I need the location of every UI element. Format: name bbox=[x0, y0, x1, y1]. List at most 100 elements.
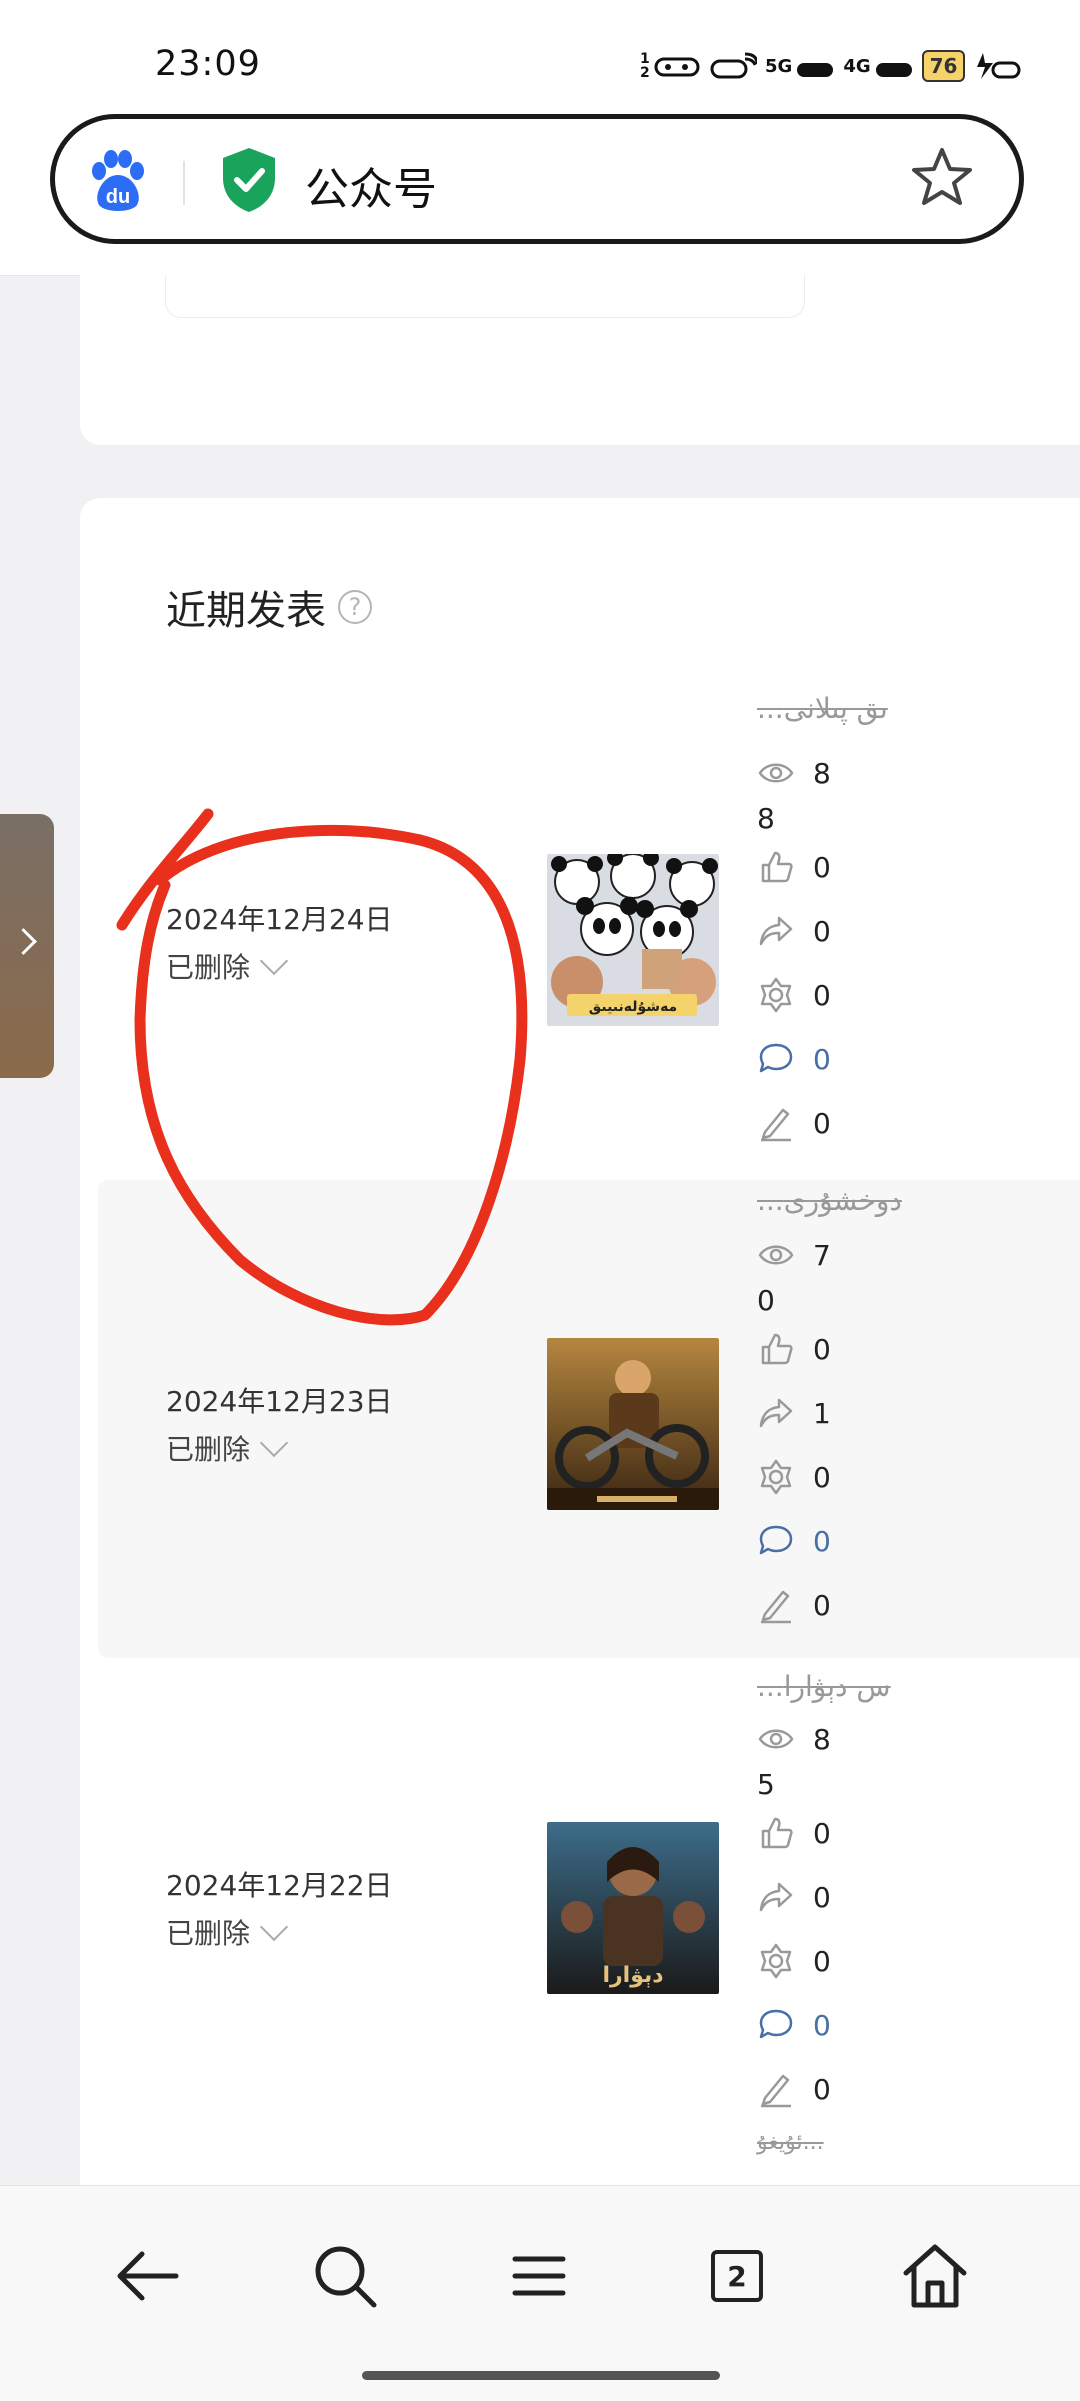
comment-icon bbox=[757, 1522, 795, 1560]
shares-stat: 0 bbox=[757, 1878, 831, 1916]
favorites-stat: 0 bbox=[757, 1458, 831, 1496]
likes-count: 0 bbox=[813, 850, 831, 884]
address-divider bbox=[183, 161, 185, 205]
panda-poster-image: مەشۇلەنىيىق bbox=[547, 854, 719, 1026]
post-title[interactable]: ...دوخشۇرى bbox=[757, 1184, 902, 1217]
browser-toolbar: du 公众号 bbox=[0, 110, 1080, 276]
address-bar[interactable]: du 公众号 bbox=[50, 114, 1024, 244]
pencil-icon bbox=[757, 1104, 795, 1142]
chevron-down-icon[interactable] bbox=[259, 1428, 289, 1458]
edits-count: 0 bbox=[813, 1588, 831, 1622]
tabs-icon: 2 bbox=[711, 2250, 763, 2302]
thumbs-up-icon bbox=[757, 1814, 795, 1852]
comments-count: 0 bbox=[813, 2008, 831, 2042]
clock: 23:09 bbox=[155, 44, 261, 84]
comments-stat[interactable]: 0 bbox=[757, 2006, 831, 2044]
next-post-title-partial[interactable]: ئۇيغۇ... bbox=[757, 2130, 824, 2155]
views-count: 8 bbox=[813, 756, 831, 790]
share-arrow-icon bbox=[757, 1878, 795, 1916]
comment-icon bbox=[757, 1040, 795, 1078]
shares-stat: 0 bbox=[757, 912, 831, 950]
status-bar: 23:09 1 2 5G 4G 76 bbox=[0, 0, 1080, 110]
views-stat: 7 bbox=[757, 1236, 831, 1274]
baidu-logo[interactable]: du bbox=[85, 149, 149, 213]
signal-5g-icon: 5G bbox=[765, 46, 835, 86]
edits-count: 0 bbox=[813, 2072, 831, 2106]
post-thumbnail[interactable]: دېۋارا bbox=[547, 1822, 719, 1994]
edits-stat: 0 bbox=[757, 1104, 831, 1142]
favorites-count: 0 bbox=[813, 1944, 831, 1978]
svg-text:دېۋارا: دېۋارا bbox=[602, 1963, 663, 1988]
shield-check-icon bbox=[223, 148, 275, 212]
menu-icon bbox=[512, 2256, 566, 2296]
post-date: 2024年12月24日 bbox=[166, 903, 393, 936]
post-row[interactable]: 2024年12月24日 已删除 مەشۇلەنىيىق ...ىق پىلانى… bbox=[80, 692, 1080, 1178]
likes-stat: 0 bbox=[757, 1814, 831, 1852]
address-text[interactable]: 公众号 bbox=[305, 153, 437, 217]
chevron-down-icon[interactable] bbox=[259, 1912, 289, 1942]
post-row[interactable]: 2024年12月22日 已删除 دېۋارا ...س دېۋارا 8 5 0… bbox=[80, 1664, 1080, 2164]
status-icons: 1 2 5G 4G 76 bbox=[640, 46, 1021, 86]
motorcycle-poster-image bbox=[547, 1338, 719, 1510]
section-title: 近期发表 ? bbox=[166, 578, 372, 636]
back-button[interactable] bbox=[102, 2231, 192, 2321]
svg-text:du: du bbox=[106, 186, 130, 208]
favorites-count: 0 bbox=[813, 1460, 831, 1494]
views-count-wrap: 0 bbox=[757, 1284, 775, 1317]
post-title[interactable]: ...س دېۋارا bbox=[757, 1670, 891, 1703]
sim-1-2-icon: 1 2 bbox=[640, 46, 701, 86]
post-status[interactable]: 已删除 bbox=[166, 1912, 289, 1952]
thumbs-up-icon bbox=[757, 1330, 795, 1368]
views-count: 8 bbox=[813, 1722, 831, 1756]
comment-icon bbox=[757, 2006, 795, 2044]
help-icon[interactable]: ? bbox=[338, 590, 372, 624]
post-status-label: 已删除 bbox=[166, 951, 251, 984]
side-panel-handle[interactable] bbox=[0, 814, 54, 1078]
back-arrow-icon bbox=[117, 2251, 179, 2301]
thumbs-up-icon bbox=[757, 848, 795, 886]
shares-stat: 1 bbox=[757, 1394, 831, 1432]
share-arrow-icon bbox=[757, 912, 795, 950]
post-title[interactable]: ...ىق پىلانى bbox=[757, 692, 888, 725]
battery-icon: 76 bbox=[921, 46, 966, 86]
search-button[interactable] bbox=[300, 2231, 390, 2321]
favorites-stat: 0 bbox=[757, 976, 831, 1014]
previous-card-inner bbox=[165, 275, 805, 318]
post-status-label: 已删除 bbox=[166, 1917, 251, 1950]
star-icon[interactable] bbox=[909, 145, 975, 211]
share-arrow-icon bbox=[757, 1394, 795, 1432]
search-icon bbox=[315, 2246, 377, 2308]
recent-posts-card: 近期发表 ? 2024年12月24日 已删除 مەشۇلەنىيىق ...ىق… bbox=[80, 498, 1080, 2198]
post-thumbnail[interactable]: مەشۇلەنىيىق bbox=[547, 854, 719, 1026]
comments-stat[interactable]: 0 bbox=[757, 1522, 831, 1560]
post-status-label: 已删除 bbox=[166, 1433, 251, 1466]
post-row[interactable]: 2024年12月23日 已删除 ...دوخشۇرى 7 0 0 1 0 0 0 bbox=[98, 1180, 1080, 1658]
section-title-text: 近期发表 bbox=[166, 588, 326, 634]
shares-count: 0 bbox=[813, 914, 831, 948]
likes-count: 0 bbox=[813, 1816, 831, 1850]
home-icon bbox=[903, 2244, 967, 2308]
devara-poster-image: دېۋارا bbox=[547, 1822, 719, 1994]
tabs-button[interactable]: 2 bbox=[692, 2231, 782, 2321]
post-thumbnail[interactable] bbox=[547, 1338, 719, 1510]
views-count-wrap: 5 bbox=[757, 1768, 775, 1801]
home-indicator[interactable] bbox=[362, 2371, 720, 2380]
likes-stat: 0 bbox=[757, 1330, 831, 1368]
favorites-stat: 0 bbox=[757, 1942, 831, 1980]
gear-flower-icon bbox=[757, 976, 795, 1014]
eye-icon bbox=[757, 1720, 795, 1758]
comments-count: 0 bbox=[813, 1042, 831, 1076]
wifi-icon bbox=[709, 46, 757, 86]
post-status[interactable]: 已删除 bbox=[166, 1428, 289, 1468]
post-status[interactable]: 已删除 bbox=[166, 946, 289, 986]
likes-stat: 0 bbox=[757, 848, 831, 886]
favorites-count: 0 bbox=[813, 978, 831, 1012]
comments-stat[interactable]: 0 bbox=[757, 1040, 831, 1078]
svg-text:مەشۇلەنىيىق: مەشۇلەنىيىق bbox=[589, 999, 677, 1015]
signal-4g-icon: 4G bbox=[843, 46, 913, 86]
edits-count: 0 bbox=[813, 1106, 831, 1140]
menu-button[interactable] bbox=[494, 2231, 584, 2321]
chevron-down-icon[interactable] bbox=[259, 946, 289, 976]
home-button[interactable] bbox=[890, 2231, 980, 2321]
bottom-nav: 2 bbox=[0, 2185, 1080, 2401]
